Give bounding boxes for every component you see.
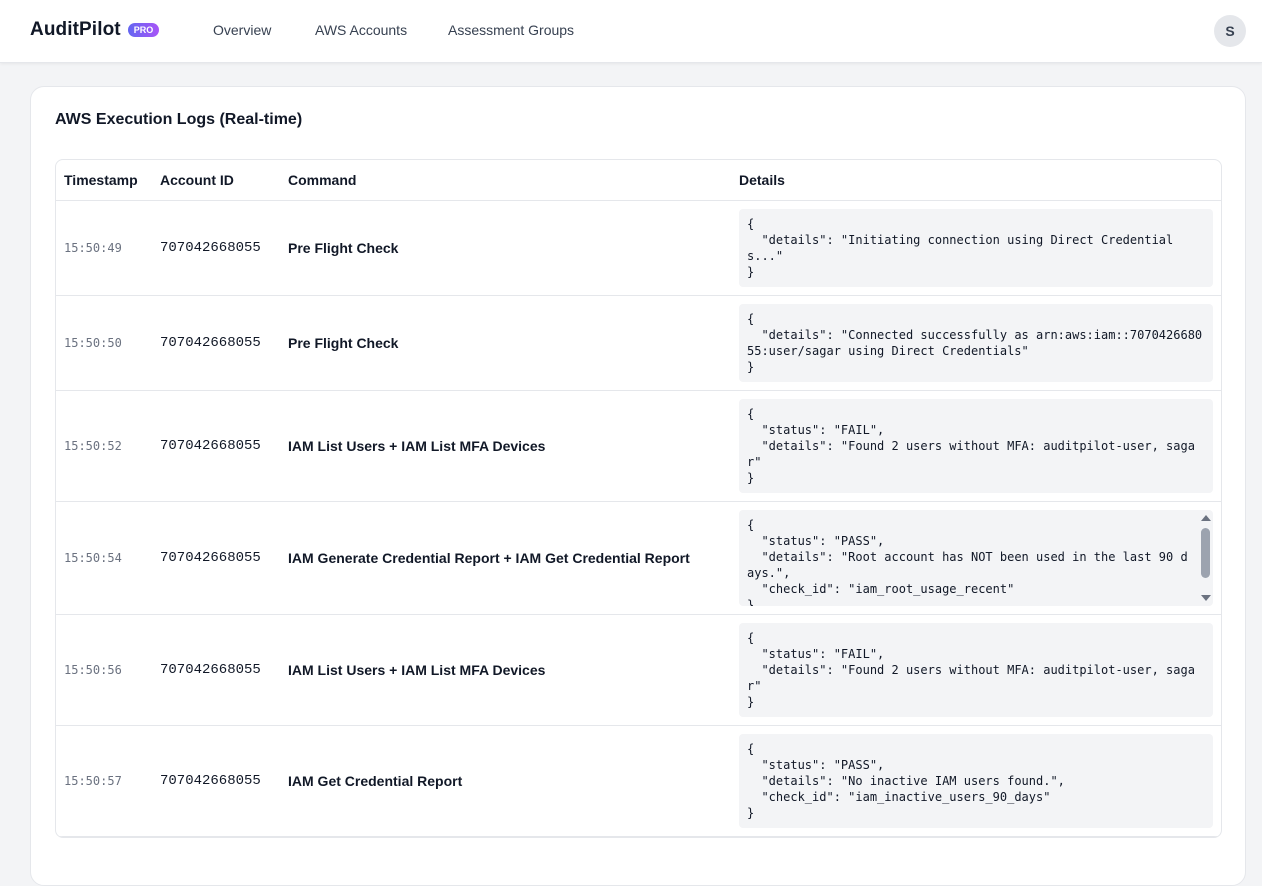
details-cell: { "status": "PASS", "details": "No inact… [731, 725, 1221, 837]
command-cell: IAM List Users + IAM List MFA Devices [280, 614, 731, 726]
nav-overview[interactable]: Overview [213, 22, 271, 38]
timestamp-cell: 15:50:56 [56, 614, 152, 726]
timestamp-cell: 15:50:49 [56, 200, 152, 296]
details-scrollbar[interactable] [1197, 510, 1213, 606]
table-row: 15:50:54 707042668055 IAM Generate Crede… [56, 501, 1221, 615]
timestamp-cell: 15:50:50 [56, 295, 152, 391]
col-command: Command [280, 160, 731, 201]
nav-assessment-groups[interactable]: Assessment Groups [448, 22, 574, 38]
command-cell: Pre Flight Check [280, 200, 731, 296]
table-row: 15:50:57 707042668055 IAM Get Credential… [56, 725, 1221, 837]
logs-table-container: Timestamp Account ID Command Details 15:… [55, 159, 1222, 838]
details-scrollbox[interactable]: { "status": "PASS", "details": "Root acc… [739, 509, 1213, 606]
account-id-cell: 707042668055 [152, 614, 280, 726]
scroll-down-arrow-icon[interactable] [1201, 594, 1211, 601]
details-json: { "details": "Initiating connection usin… [739, 208, 1213, 287]
account-id-cell: 707042668055 [152, 501, 280, 615]
execution-logs-card: AWS Execution Logs (Real-time) Timestamp… [30, 86, 1246, 886]
details-json: { "details": "Connected successfully as … [739, 303, 1213, 382]
top-navbar: AuditPilot PRO Overview AWS Accounts Ass… [0, 0, 1262, 63]
details-json: { "status": "FAIL", "details": "Found 2 … [739, 622, 1213, 717]
details-json: { "status": "FAIL", "details": "Found 2 … [739, 398, 1213, 493]
table-row: 15:50:56 707042668055 IAM List Users + I… [56, 614, 1221, 726]
command-cell: Pre Flight Check [280, 295, 731, 391]
command-cell: IAM Generate Credential Report + IAM Get… [280, 501, 731, 615]
brand-name: AuditPilot [30, 19, 121, 40]
scroll-thumb[interactable] [1201, 527, 1210, 578]
pro-badge: PRO [127, 23, 160, 37]
col-timestamp: Timestamp [56, 160, 152, 201]
table-row: 15:50:52 707042668055 IAM List Users + I… [56, 390, 1221, 502]
col-account-id: Account ID [152, 160, 280, 201]
account-id-cell: 707042668055 [152, 390, 280, 502]
timestamp-cell: 15:50:57 [56, 725, 152, 837]
details-json: { "status": "PASS", "details": "No inact… [739, 733, 1213, 828]
details-cell: { "details": "Initiating connection usin… [731, 200, 1221, 296]
card-title: AWS Execution Logs (Real-time) [55, 111, 303, 128]
scroll-up-arrow-icon[interactable] [1201, 514, 1211, 521]
details-cell: { "status": "PASS", "details": "Root acc… [731, 501, 1221, 615]
logs-table: Timestamp Account ID Command Details 15:… [56, 160, 1221, 837]
table-header-row: Timestamp Account ID Command Details [56, 160, 1221, 201]
details-cell: { "details": "Connected successfully as … [731, 295, 1221, 391]
details-cell: { "status": "FAIL", "details": "Found 2 … [731, 390, 1221, 502]
user-avatar[interactable]: S [1214, 15, 1246, 47]
account-id-cell: 707042668055 [152, 295, 280, 391]
account-id-cell: 707042668055 [152, 200, 280, 296]
command-cell: IAM List Users + IAM List MFA Devices [280, 390, 731, 502]
account-id-cell: 707042668055 [152, 725, 280, 837]
nav-aws-accounts[interactable]: AWS Accounts [315, 22, 407, 38]
details-json: { "status": "PASS", "details": "Root acc… [739, 509, 1213, 606]
timestamp-cell: 15:50:52 [56, 390, 152, 502]
brand[interactable]: AuditPilot PRO [30, 19, 160, 41]
col-details: Details [731, 160, 1221, 201]
table-row: 15:50:50 707042668055 Pre Flight Check {… [56, 295, 1221, 391]
details-cell: { "status": "FAIL", "details": "Found 2 … [731, 614, 1221, 726]
table-row: 15:50:49 707042668055 Pre Flight Check {… [56, 200, 1221, 296]
command-cell: IAM Get Credential Report [280, 725, 731, 837]
timestamp-cell: 15:50:54 [56, 501, 152, 615]
